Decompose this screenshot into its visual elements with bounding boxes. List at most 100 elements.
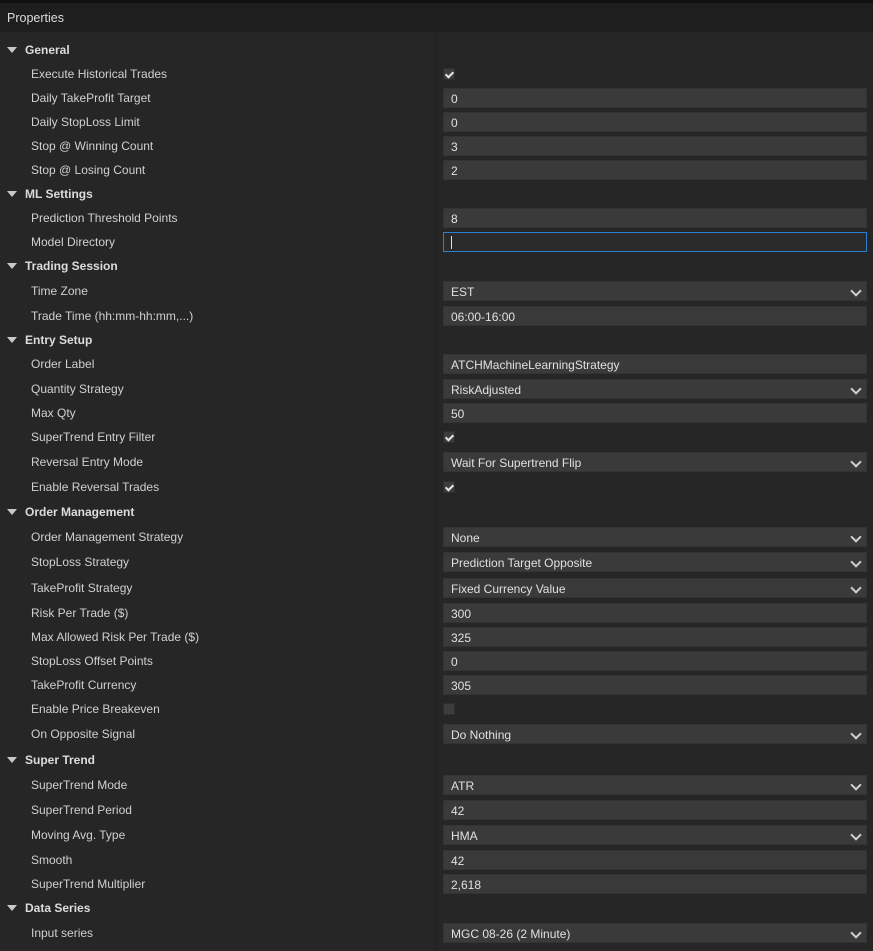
collapse-arrow-icon[interactable] bbox=[7, 756, 17, 763]
property-label: On Opposite Signal bbox=[31, 727, 136, 741]
model-directory-input[interactable] bbox=[443, 232, 867, 252]
collapse-arrow-icon[interactable] bbox=[7, 191, 17, 197]
daily-stoploss-limit-input[interactable]: 0 bbox=[443, 112, 867, 132]
time-zone-dropdown[interactable]: EST bbox=[443, 280, 867, 301]
supertrend-multiplier-input[interactable]: 2,618 bbox=[443, 874, 867, 894]
category-general[interactable]: General bbox=[0, 38, 873, 62]
supertrend-mode-dropdown[interactable]: ATR bbox=[443, 774, 867, 795]
row-supertrend-entry-filter: SuperTrend Entry Filter bbox=[0, 425, 873, 449]
collapse-arrow-icon[interactable] bbox=[7, 905, 17, 911]
field-value: EST bbox=[451, 284, 475, 299]
max-allowed-risk-input[interactable]: 325 bbox=[443, 627, 867, 647]
moving-avg-type-dropdown[interactable]: HMA bbox=[443, 824, 867, 845]
takeprofit-strategy-dropdown[interactable]: Fixed Currency Value bbox=[443, 578, 867, 598]
category-super-trend[interactable]: Super Trend bbox=[0, 747, 873, 772]
field-value: 42 bbox=[451, 853, 465, 868]
collapse-arrow-icon[interactable] bbox=[7, 508, 17, 515]
category-label: Order Management bbox=[25, 504, 135, 519]
enable-price-breakeven-checkbox[interactable] bbox=[443, 703, 455, 715]
execute-historical-trades-checkbox[interactable] bbox=[443, 68, 455, 80]
property-label: Daily StopLoss Limit bbox=[31, 115, 140, 129]
supertrend-entry-filter-checkbox[interactable] bbox=[443, 431, 455, 443]
property-label: Input series bbox=[31, 925, 94, 940]
enable-reversal-trades-checkbox[interactable] bbox=[443, 481, 455, 493]
property-label: Model Directory bbox=[31, 235, 116, 249]
smooth-input[interactable]: 42 bbox=[443, 849, 867, 870]
chevron-down-icon[interactable] bbox=[850, 556, 862, 568]
row-takeprofit-strategy: TakeProfit Strategy Fixed Currency Value bbox=[0, 575, 873, 601]
row-stop-losing-count: Stop @ Losing Count 2 bbox=[0, 158, 873, 182]
collapse-arrow-icon[interactable] bbox=[7, 337, 17, 343]
stop-losing-count-input[interactable]: 2 bbox=[443, 160, 867, 180]
order-management-strategy-dropdown[interactable]: None bbox=[443, 526, 867, 547]
takeprofit-currency-input[interactable]: 305 bbox=[443, 675, 867, 695]
supertrend-period-input[interactable]: 42 bbox=[443, 799, 867, 820]
category-trading-session[interactable]: Trading Session bbox=[0, 254, 873, 278]
field-value: 3 bbox=[451, 140, 458, 154]
reversal-entry-mode-dropdown[interactable]: Wait For Supertrend Flip bbox=[443, 452, 867, 472]
row-supertrend-period: SuperTrend Period 42 bbox=[0, 797, 873, 822]
chevron-down-icon[interactable] bbox=[850, 382, 862, 395]
row-max-qty: Max Qty 50 bbox=[0, 401, 873, 425]
stoploss-offset-points-input[interactable]: 0 bbox=[443, 651, 867, 671]
property-label: Smooth bbox=[31, 852, 73, 867]
daily-takeprofit-target-input[interactable]: 0 bbox=[443, 88, 867, 108]
max-qty-input[interactable]: 50 bbox=[443, 403, 867, 423]
prediction-threshold-points-input[interactable]: 8 bbox=[443, 208, 867, 228]
chevron-down-icon[interactable] bbox=[850, 778, 862, 791]
field-value: Do Nothing bbox=[451, 728, 512, 742]
category-data-series[interactable]: Data Series bbox=[0, 896, 873, 920]
field-value: Fixed Currency Value bbox=[451, 582, 566, 596]
row-prediction-threshold-points: Prediction Threshold Points 8 bbox=[0, 206, 873, 230]
property-label: Quantity Strategy bbox=[31, 381, 124, 396]
trade-time-input[interactable]: 06:00-16:00 bbox=[443, 305, 867, 326]
property-label: Order Management Strategy bbox=[31, 529, 184, 544]
quantity-strategy-dropdown[interactable]: RiskAdjusted bbox=[443, 378, 867, 399]
row-order-label: Order Label ATCHMachineLearningStrategy bbox=[0, 352, 873, 376]
row-reversal-entry-mode: Reversal Entry Mode Wait For Supertrend … bbox=[0, 449, 873, 475]
property-label: Max Allowed Risk Per Trade ($) bbox=[31, 630, 200, 644]
stoploss-strategy-dropdown[interactable]: Prediction Target Opposite bbox=[443, 552, 867, 572]
input-series-dropdown[interactable]: MGC 08-26 (2 Minute) bbox=[443, 922, 867, 943]
chevron-down-icon[interactable] bbox=[850, 926, 862, 939]
check-icon bbox=[444, 432, 455, 442]
property-label: Trade Time (hh:mm-hh:mm,...) bbox=[31, 308, 194, 323]
category-label: Entry Setup bbox=[25, 333, 93, 347]
category-entry-setup[interactable]: Entry Setup bbox=[0, 328, 873, 352]
on-opposite-signal-dropdown[interactable]: Do Nothing bbox=[443, 724, 867, 744]
collapse-arrow-icon[interactable] bbox=[7, 263, 17, 269]
row-stoploss-offset-points: StopLoss Offset Points 0 bbox=[0, 649, 873, 673]
field-value: 0 bbox=[451, 92, 458, 106]
property-label: Reversal Entry Mode bbox=[31, 455, 144, 469]
property-label: Moving Avg. Type bbox=[31, 827, 126, 842]
field-value: 2,618 bbox=[451, 878, 482, 892]
row-max-allowed-risk: Max Allowed Risk Per Trade ($) 325 bbox=[0, 625, 873, 649]
row-time-zone: Time Zone EST bbox=[0, 278, 873, 303]
category-ml-settings[interactable]: ML Settings bbox=[0, 182, 873, 206]
property-label: Time Zone bbox=[31, 283, 88, 298]
row-takeprofit-currency: TakeProfit Currency 305 bbox=[0, 673, 873, 697]
row-risk-per-trade: Risk Per Trade ($) 300 bbox=[0, 601, 873, 625]
property-grid: General Execute Historical Trades Daily … bbox=[0, 32, 873, 951]
chevron-down-icon[interactable] bbox=[850, 456, 862, 468]
category-label: General bbox=[25, 43, 70, 57]
order-label-input[interactable]: ATCHMachineLearningStrategy bbox=[443, 354, 867, 374]
field-value: MGC 08-26 (2 Minute) bbox=[451, 926, 571, 941]
chevron-down-icon[interactable] bbox=[850, 582, 862, 594]
chevron-down-icon[interactable] bbox=[850, 728, 862, 740]
row-quantity-strategy: Quantity Strategy RiskAdjusted bbox=[0, 376, 873, 401]
property-label: SuperTrend Mode bbox=[31, 777, 128, 792]
property-label: TakeProfit Currency bbox=[31, 678, 137, 692]
property-label: TakeProfit Strategy bbox=[31, 581, 133, 595]
chevron-down-icon[interactable] bbox=[850, 530, 862, 543]
chevron-down-icon[interactable] bbox=[850, 284, 862, 297]
collapse-arrow-icon[interactable] bbox=[7, 47, 17, 53]
risk-per-trade-input[interactable]: 300 bbox=[443, 603, 867, 623]
property-label: Order Label bbox=[31, 357, 95, 371]
stop-winning-count-input[interactable]: 3 bbox=[443, 136, 867, 156]
field-value: 42 bbox=[451, 803, 465, 818]
row-supertrend-mode: SuperTrend Mode ATR bbox=[0, 772, 873, 797]
chevron-down-icon[interactable] bbox=[850, 828, 862, 841]
category-order-management[interactable]: Order Management bbox=[0, 499, 873, 524]
property-label: Execute Historical Trades bbox=[31, 67, 168, 81]
